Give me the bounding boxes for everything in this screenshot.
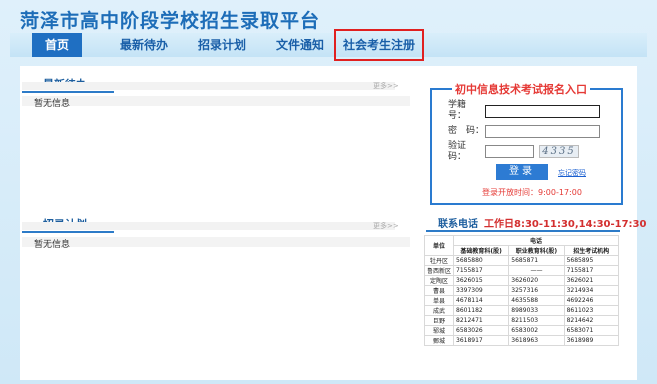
captcha-label: 验证码： <box>448 141 467 162</box>
phone-header: 电话 <box>453 235 619 246</box>
forgot-password-link[interactable]: 忘记密码 <box>558 168 586 178</box>
district-cell: 曹县 <box>423 285 455 296</box>
table-row: 郓城 6583026 6583002 6583071 <box>423 325 620 336</box>
phone-cell: 7155817 <box>453 265 510 276</box>
unit-header: 单位 <box>423 235 455 256</box>
phone-cell: 4678114 <box>453 295 510 306</box>
main-nav: 首页 最新待办 招录计划 文件通知 社会考生注册 <box>10 29 647 61</box>
phone-cell: 3626021 <box>563 275 620 286</box>
table-row: 曹县 3397309 3257316 3214934 <box>423 285 620 296</box>
login-panel: 初中信息技术考试报名入口 学籍号： 密 码： 验证码： 4335 登录 忘记密码… <box>430 81 623 205</box>
table-row: 单县 4678114 4635588 4692246 <box>423 295 620 306</box>
nav-admission-plan[interactable]: 招录计划 <box>194 33 250 57</box>
todo-more-link[interactable]: 更多>> <box>373 81 399 91</box>
district-cell: 巨野 <box>423 315 455 326</box>
password-input[interactable] <box>485 125 600 138</box>
login-hours: 登录开放时间：9:00-17:00 <box>482 188 582 197</box>
table-row: 巨野 8212471 8211503 8214642 <box>423 315 620 326</box>
column-header: 基础教育科(股) <box>453 245 510 256</box>
captcha-image[interactable]: 4335 <box>539 145 579 158</box>
contact-underline <box>426 230 620 232</box>
phone-cell: 7155817 <box>563 265 620 276</box>
phone-cell: 3626015 <box>453 275 510 286</box>
phone-cell: 3214934 <box>563 285 620 296</box>
plan-more-link[interactable]: 更多>> <box>373 221 399 231</box>
plan-underline <box>22 231 114 233</box>
district-cell: 牡丹区 <box>423 255 455 266</box>
plan-list <box>22 237 410 247</box>
phone-cell: 6583002 <box>508 325 565 336</box>
site-title: 菏泽市高中阶段学校招生录取平台 <box>20 10 321 32</box>
nav-home[interactable]: 首页 <box>32 33 82 57</box>
column-header: 职业教育科(股) <box>508 245 565 256</box>
plan-header-bar <box>22 222 395 230</box>
student-id-label: 学籍号： <box>448 100 467 121</box>
phone-cell: 6583071 <box>563 325 620 336</box>
phone-table: 单位 电话 基础教育科(股) 职业教育科(股) 招生考试机构 牡丹区 56858… <box>423 235 620 346</box>
nav-file-notice[interactable]: 文件通知 <box>272 33 328 57</box>
district-cell: 郓城 <box>423 325 455 336</box>
phone-cell: 3626020 <box>508 275 565 286</box>
column-header: 招生考试机构 <box>563 245 620 256</box>
phone-cell: 3618989 <box>563 335 620 346</box>
table-row: 定陶区 3626015 3626020 3626021 <box>423 275 620 286</box>
phone-cell: 8211503 <box>508 315 565 326</box>
phone-cell: 8214642 <box>563 315 620 326</box>
phone-cell: 8611023 <box>563 305 620 316</box>
phone-cell: 3618963 <box>508 335 565 346</box>
phone-cell: 8989033 <box>508 305 565 316</box>
table-row: 鄄城 3618917 3618963 3618989 <box>423 335 620 346</box>
phone-cell: 8601182 <box>453 305 510 316</box>
login-title: 初中信息技术考试报名入口 <box>452 81 590 97</box>
todo-empty-text: 暂无信息 <box>34 99 71 109</box>
table-row: 鲁西新区 7155817 —— 7155817 <box>423 265 620 276</box>
phone-cell: 8212471 <box>453 315 510 326</box>
phone-cell: —— <box>508 265 565 276</box>
phone-cell: 5685871 <box>508 255 565 266</box>
plan-empty-text: 暂无信息 <box>34 240 71 250</box>
main-panel: 最新待办 更多>> 暂无信息 招录计划 更多>> 暂无信息 初中信息技术考试报名… <box>20 66 646 380</box>
contact-hours: 工作日8:30-11:30,14:30-17:30 <box>484 219 647 230</box>
password-label: 密 码： <box>448 126 485 136</box>
todo-underline <box>22 91 114 93</box>
phone-cell: 3618917 <box>453 335 510 346</box>
todo-list <box>22 96 410 106</box>
nav-latest-todo[interactable]: 最新待办 <box>116 33 172 57</box>
table-row: 牡丹区 5685880 5685871 5685895 <box>423 255 620 266</box>
student-id-input[interactable] <box>485 105 600 118</box>
phone-cell: 4635588 <box>508 295 565 306</box>
captcha-input[interactable] <box>485 145 534 158</box>
district-cell: 定陶区 <box>423 275 455 286</box>
phone-cell: 3257316 <box>508 285 565 296</box>
table-row: 成武 8601182 8989033 8611023 <box>423 305 620 316</box>
phone-cell: 4692246 <box>563 295 620 306</box>
nav-social-register[interactable]: 社会考生注册 <box>334 29 424 61</box>
login-button[interactable]: 登录 <box>496 164 548 180</box>
phone-cell: 5685895 <box>563 255 620 266</box>
phone-cell: 6583026 <box>453 325 510 336</box>
phone-cell: 5685880 <box>453 255 510 266</box>
district-cell: 成武 <box>423 305 455 316</box>
district-cell: 鄄城 <box>423 335 455 346</box>
phone-cell: 3397309 <box>453 285 510 296</box>
todo-header-bar <box>22 82 395 90</box>
district-cell: 鲁西新区 <box>423 265 455 276</box>
contact-title: 联系电话 <box>438 219 478 230</box>
district-cell: 单县 <box>423 295 455 306</box>
